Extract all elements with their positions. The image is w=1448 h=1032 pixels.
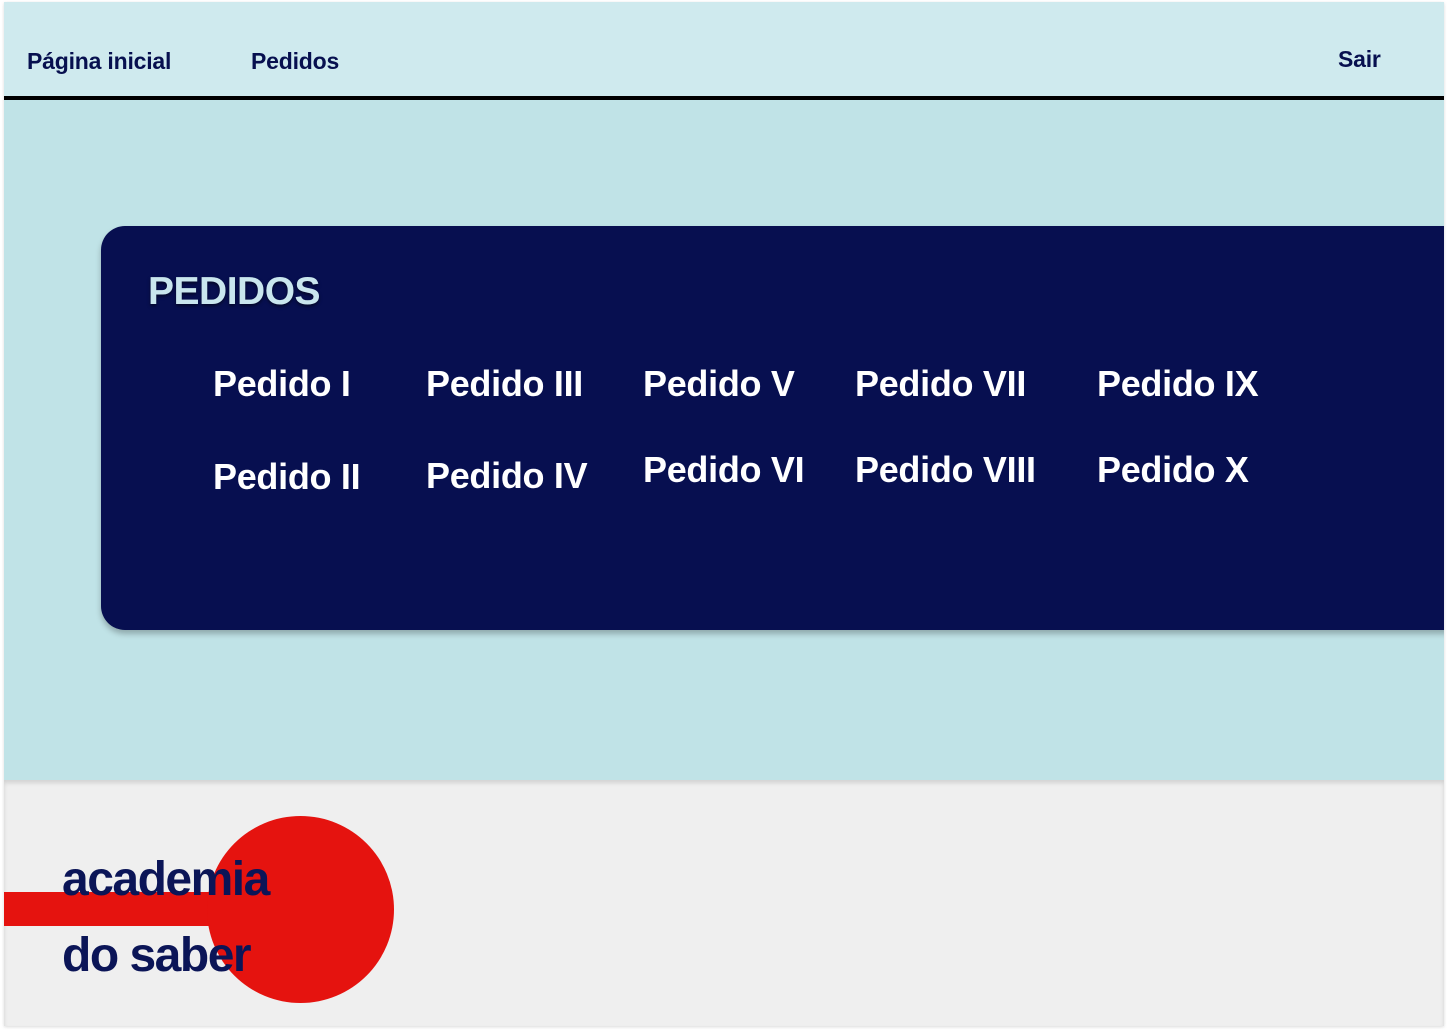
order-link-4[interactable]: Pedido IV xyxy=(426,455,588,497)
footer: academia do saber xyxy=(4,780,1444,1026)
academia-do-saber-logo: academia do saber xyxy=(4,780,424,1026)
app-window: Página inicial Pedidos Sair PEDIDOS Pedi… xyxy=(4,2,1444,1026)
order-link-7[interactable]: Pedido VII xyxy=(855,363,1026,405)
logo-text-line1: academia xyxy=(62,853,270,906)
order-link-3[interactable]: Pedido III xyxy=(426,363,583,405)
order-link-9[interactable]: Pedido IX xyxy=(1097,363,1259,405)
nav-link-home[interactable]: Página inicial xyxy=(27,48,171,75)
nav-link-exit[interactable]: Sair xyxy=(1338,46,1381,73)
orders-title: PEDIDOS xyxy=(148,270,321,313)
order-link-6[interactable]: Pedido VI xyxy=(643,449,805,491)
order-link-10[interactable]: Pedido X xyxy=(1097,449,1249,491)
top-nav-bar: Página inicial Pedidos Sair xyxy=(4,2,1444,100)
orders-panel: PEDIDOS Pedido I Pedido II Pedido III Pe… xyxy=(101,226,1444,630)
order-link-8[interactable]: Pedido VIII xyxy=(855,449,1036,491)
logo-text-line2: do saber xyxy=(62,929,252,982)
order-link-2[interactable]: Pedido II xyxy=(213,456,361,498)
nav-link-orders[interactable]: Pedidos xyxy=(251,48,339,75)
order-link-5[interactable]: Pedido V xyxy=(643,363,795,405)
order-link-1[interactable]: Pedido I xyxy=(213,363,351,405)
